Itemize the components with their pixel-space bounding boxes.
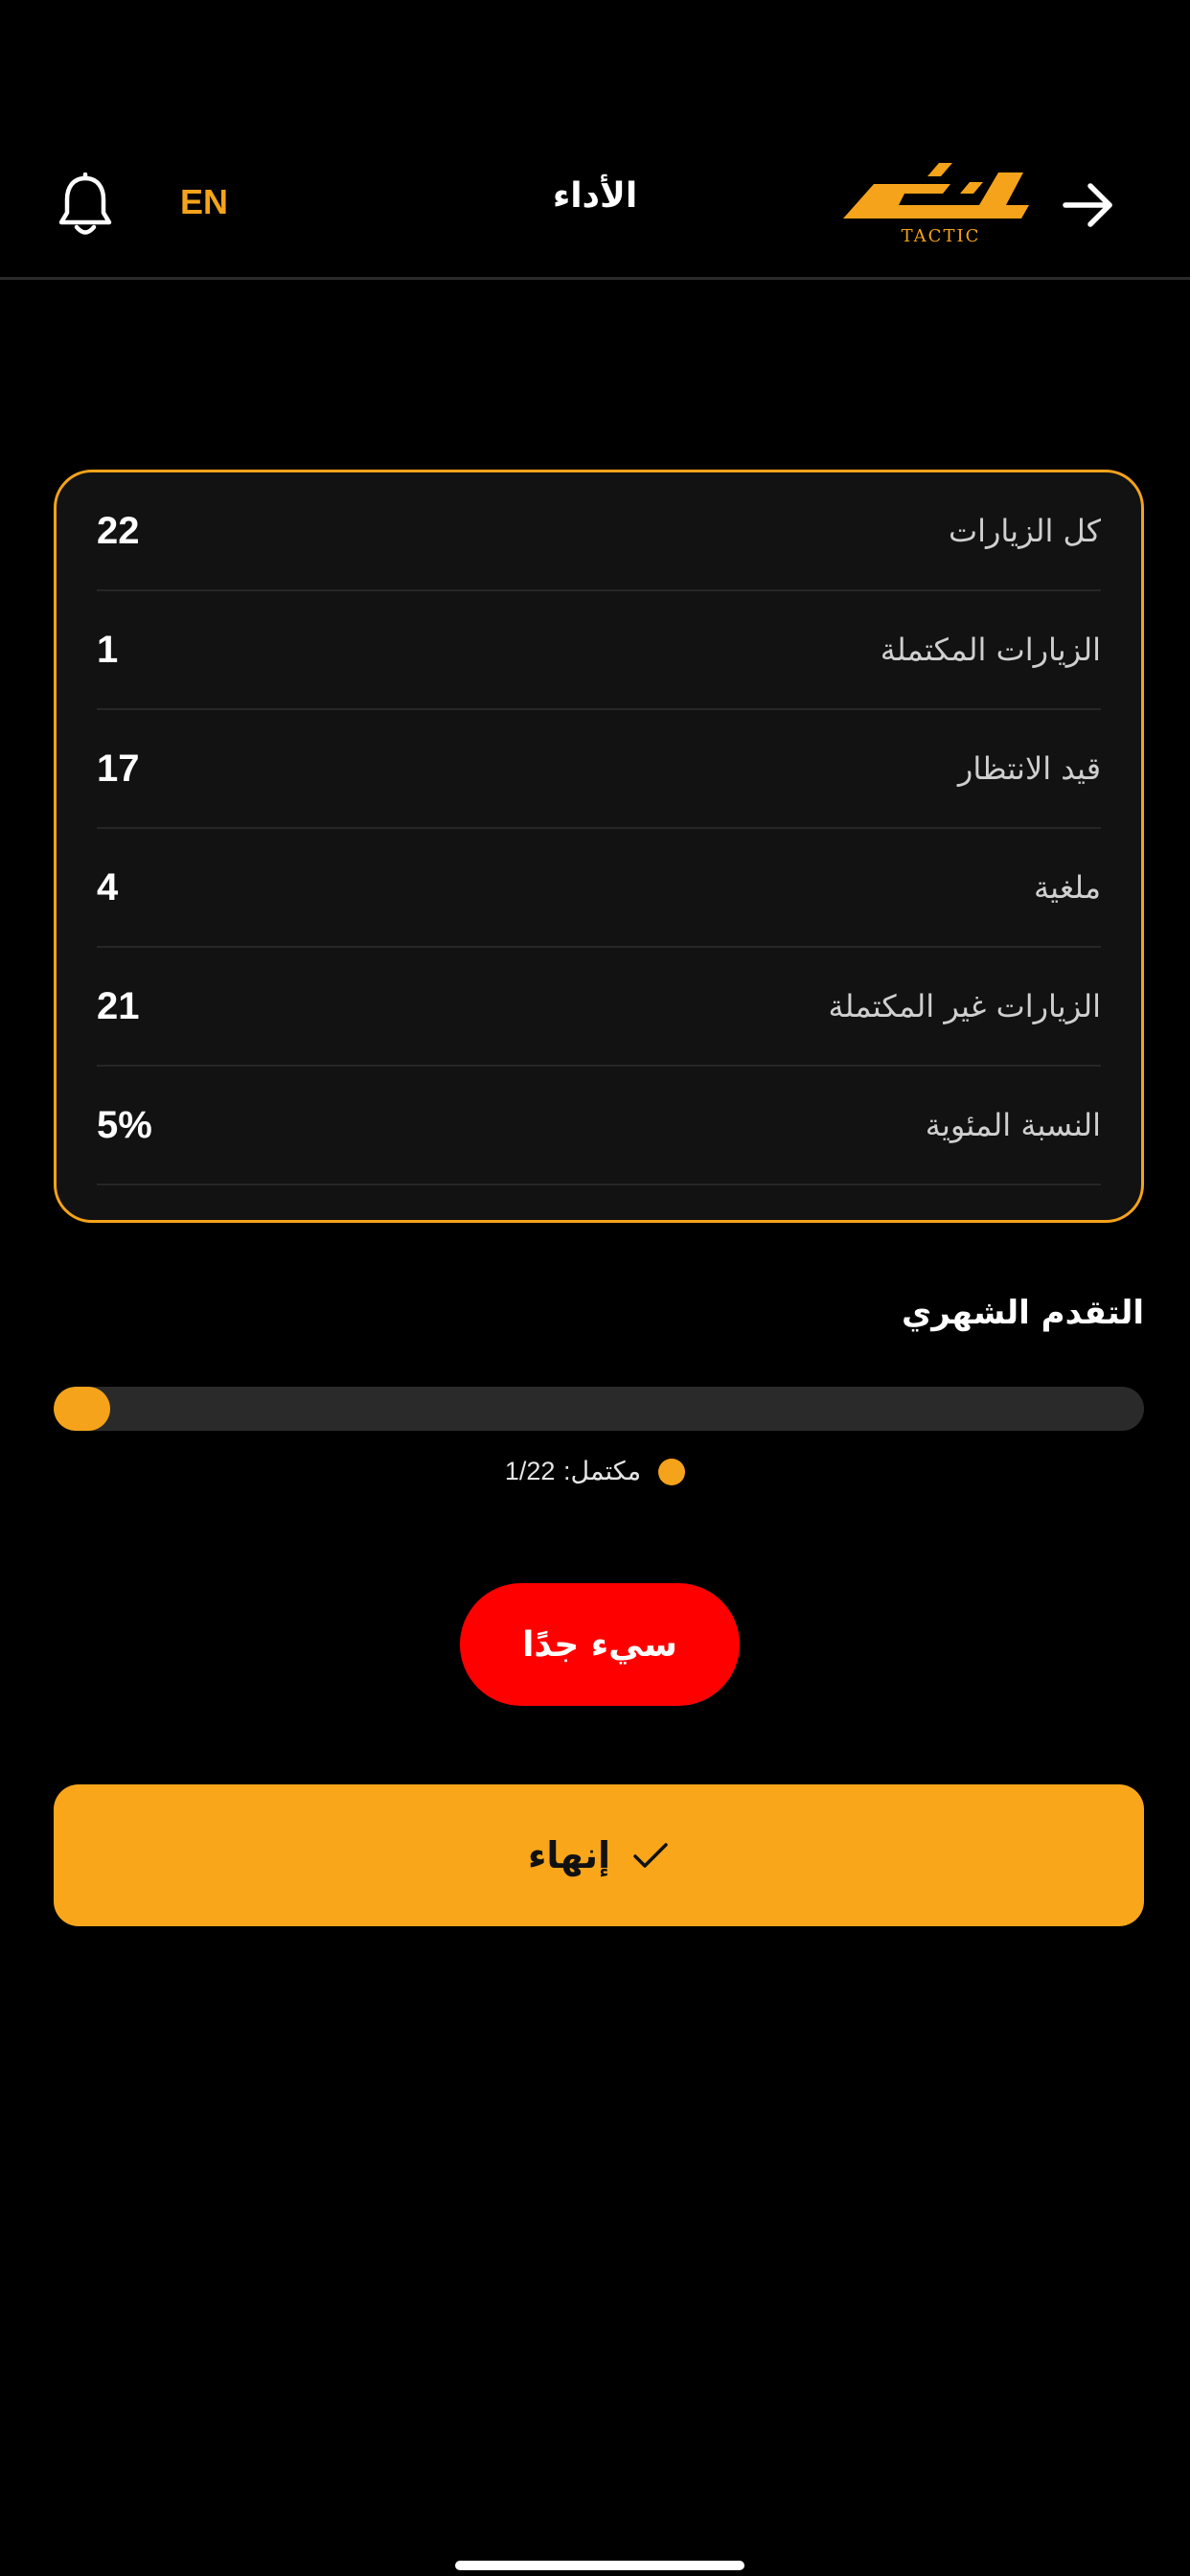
home-indicator[interactable] (455, 2561, 744, 2570)
top-app-bar: EN الأداء TACTIC (0, 0, 1190, 280)
finish-button-label: إنهاء (527, 1834, 611, 1876)
performance-rating-badge: سيء جدًا (460, 1583, 740, 1706)
stat-value: 4 (97, 865, 119, 908)
monthly-progress-title: التقدم الشهري (902, 1294, 1144, 1332)
legend-dot (658, 1458, 686, 1485)
svg-text:TACTIC: TACTIC (902, 226, 981, 246)
monthly-progress-fill (54, 1387, 111, 1431)
stat-row-total-visits: كل الزيارات 22 (97, 472, 1101, 591)
stat-value: 1 (97, 628, 119, 671)
stat-value: 5% (97, 1103, 152, 1146)
stat-value: 17 (97, 747, 140, 790)
stat-row-completed-visits: الزيارات المكتملة 1 (97, 591, 1101, 710)
stat-label: كل الزيارات (948, 513, 1101, 549)
legend-value: 1/22 (504, 1457, 556, 1485)
stat-label: الزيارات المكتملة (880, 632, 1101, 668)
stat-value: 21 (97, 984, 140, 1027)
stat-label: قيد الانتظار (957, 750, 1101, 787)
legend-label: مكتمل: (563, 1457, 642, 1485)
stat-row-cancelled: ملغية 4 (97, 829, 1101, 948)
stat-row-incomplete-visits: الزيارات غير المكتملة 21 (97, 948, 1101, 1067)
stat-label: النسبة المئوية (925, 1107, 1101, 1143)
stat-value: 22 (97, 509, 140, 552)
visits-stats-card: كل الزيارات 22 الزيارات المكتملة 1 قيد ا… (54, 470, 1144, 1223)
check-icon (633, 1843, 668, 1868)
arrow-right-icon[interactable] (1060, 178, 1117, 232)
tactic-logo: TACTIC (843, 163, 1029, 246)
stat-row-pending: قيد الانتظار 17 (97, 710, 1101, 829)
finish-button[interactable]: إنهاء (54, 1784, 1144, 1926)
legend-text: مكتمل: 1/22 (505, 1457, 641, 1486)
stat-label: ملغية (1034, 869, 1101, 906)
progress-legend: مكتمل: 1/22 (0, 1457, 1190, 1486)
stat-row-percentage: النسبة المئوية 5% (97, 1067, 1101, 1185)
stat-label: الزيارات غير المكتملة (828, 988, 1101, 1024)
monthly-progress-bar (54, 1387, 1144, 1431)
